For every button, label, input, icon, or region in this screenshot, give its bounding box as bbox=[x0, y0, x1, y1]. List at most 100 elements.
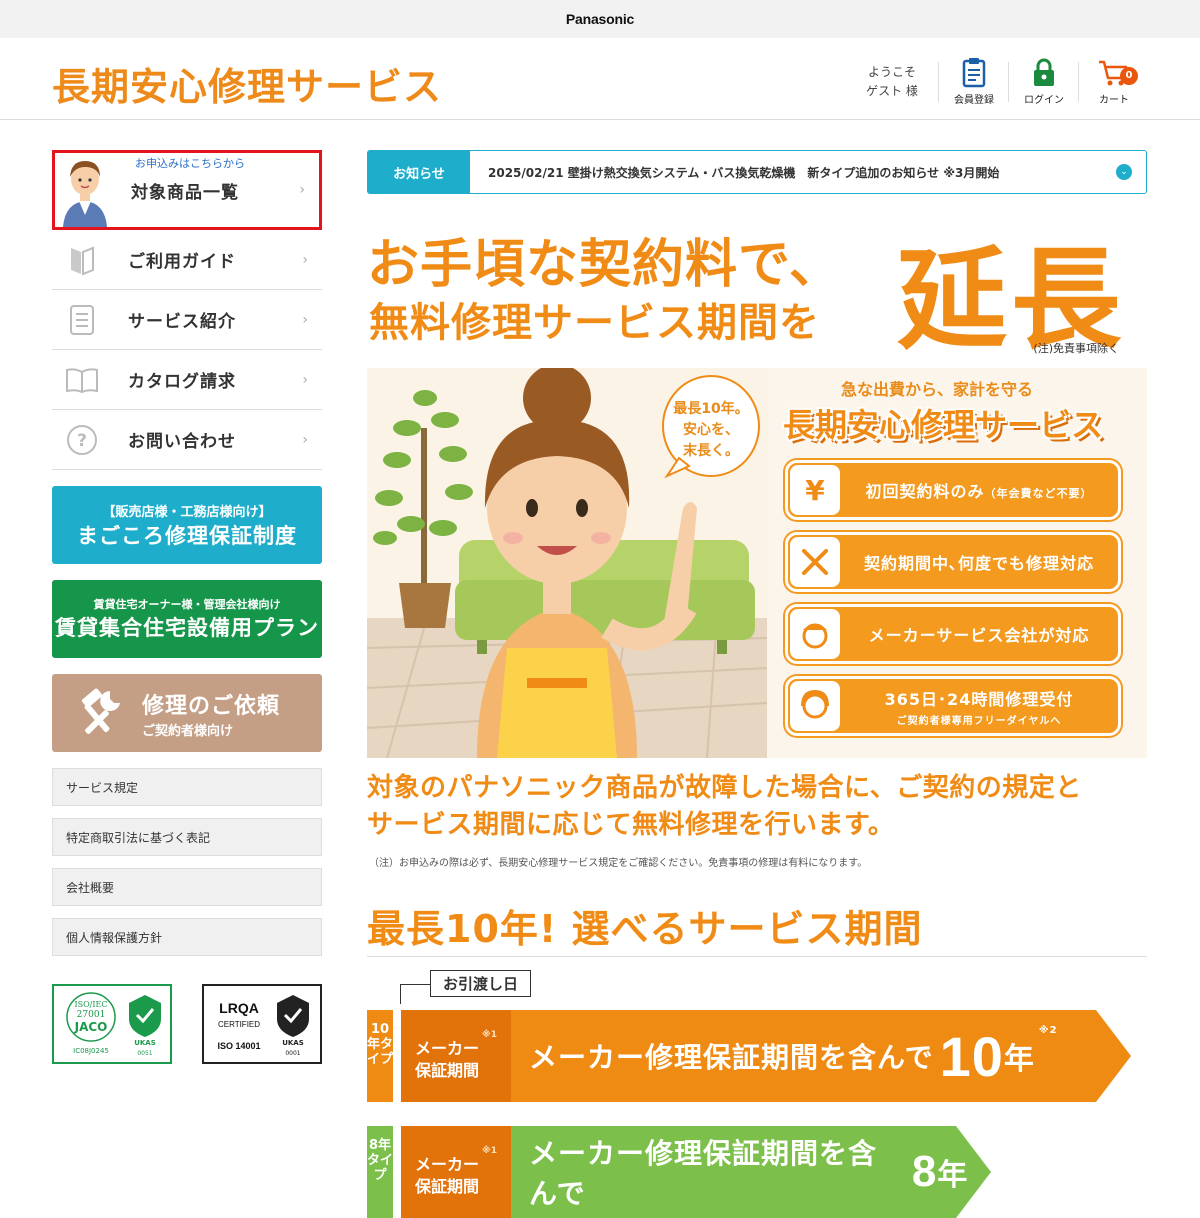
dealer-banner-title: まごころ修理保証制度 bbox=[77, 523, 297, 548]
description-note: （注）お申込みの際は必ず、長期安心修理サービス規定をご確認ください。免責事項の修… bbox=[369, 858, 868, 869]
sidebar-item-label: サービス紹介 bbox=[128, 312, 236, 332]
chevron-down-icon[interactable]: ⌄ bbox=[1116, 164, 1132, 180]
feature-sub: （年会費など不要） bbox=[984, 487, 1093, 500]
login-label: ログイン bbox=[1024, 95, 1064, 106]
cert2-line1: LRQA bbox=[219, 1000, 259, 1016]
feature-unlimited-repair: 契約期間中､何度でも修理対応 bbox=[785, 532, 1121, 592]
apply-note: お申込みはこちらから bbox=[135, 157, 245, 170]
sidebar-item-contact[interactable]: ? お問い合わせ › bbox=[52, 410, 322, 470]
lock-icon bbox=[1034, 58, 1054, 86]
cert1-code: IC08J0245 bbox=[73, 1047, 109, 1055]
link-commercial-law[interactable]: 特定商取引法に基づく表記 bbox=[52, 818, 322, 856]
cert1-ukas: UKAS bbox=[134, 1039, 156, 1047]
hero-headline: お手頃な契約料で、 bbox=[367, 235, 842, 295]
rental-banner-sub: 賃貸住宅オーナー様・管理会社様向け bbox=[93, 598, 281, 611]
rental-banner[interactable]: 賃貸住宅オーナー様・管理会社様向け 賃貸集合住宅設備用プラン bbox=[52, 580, 322, 658]
feature-label: 365日･24時間修理受付 bbox=[884, 689, 1074, 709]
feature-label: 初回契約料のみ bbox=[865, 482, 985, 501]
notice-bar[interactable]: お知らせ 2025/02/21 壁掛け熱交換気システム・バス換気乾燥機 新タイプ… bbox=[367, 150, 1147, 194]
notice-tag: お知らせ bbox=[368, 151, 470, 193]
feature-text: 365日･24時間修理受付 ご契約者様専用フリーダイヤルへ bbox=[840, 686, 1118, 727]
link-company-profile[interactable]: 会社概要 bbox=[52, 868, 322, 906]
welcome-line2: ゲスト 様 bbox=[866, 84, 918, 98]
welcome-line1: ようこそ bbox=[867, 65, 916, 79]
plan-note: ※2 bbox=[972, 1140, 991, 1152]
cert1-line1: ISO/IEC bbox=[74, 1000, 107, 1009]
feature-24h-support: 365日･24時間修理受付 ご契約者様専用フリーダイヤルへ bbox=[785, 676, 1121, 736]
link-privacy-policy[interactable]: 個人情報保護方針 bbox=[52, 918, 322, 956]
repair-banner-sub: ご契約者様向け bbox=[142, 723, 234, 739]
staff-avatar bbox=[55, 153, 115, 227]
sidebar-item-label: お問い合わせ bbox=[128, 432, 236, 452]
plan-row-8-year[interactable]: 8年タイプ メーカー 保証期間 ※1 メーカー修理保証期間を含んで 8 年 ※2 bbox=[367, 1126, 991, 1218]
question-icon: ? bbox=[52, 424, 112, 456]
hero-disclaimer: (注)免責事項除く bbox=[1033, 342, 1119, 355]
technician-icon bbox=[790, 609, 840, 659]
login-button[interactable]: ログイン bbox=[1014, 58, 1074, 106]
plan-type-label: 10年タイプ bbox=[367, 1010, 393, 1102]
panasonic-logo[interactable]: Panasonic bbox=[566, 11, 634, 27]
cert2-ukas: UKAS bbox=[282, 1039, 304, 1047]
open-book-icon bbox=[52, 366, 112, 394]
maker-label-line2: 保証期間 bbox=[415, 1061, 480, 1080]
service-description: 対象のパナソニック商品が故障した場合に、ご契約の規定と サービス期間に応じて無料… bbox=[367, 770, 1082, 844]
plan-years: 10 bbox=[939, 1024, 1004, 1088]
guide-book-icon bbox=[52, 244, 112, 276]
notice-text[interactable]: 2025/02/21 壁掛け熱交換気システム・バス換気乾燥機 新タイプ追加のお知… bbox=[470, 164, 999, 181]
cert2-line3: ISO 14001 bbox=[217, 1041, 260, 1051]
tools-icon bbox=[790, 537, 840, 587]
link-service-terms[interactable]: サービス規定 bbox=[52, 768, 322, 806]
sidebar-item-catalog[interactable]: カタログ請求 › bbox=[52, 350, 322, 410]
feature-label: メーカーサービス会社が対応 bbox=[868, 626, 1090, 645]
feature-label: 契約期間中､何度でも修理対応 bbox=[863, 554, 1094, 573]
feature-initial-fee: ¥ 初回契約料のみ（年会費など不要） bbox=[785, 460, 1121, 520]
maker-warranty-block: メーカー 保証期間 ※1 bbox=[401, 1126, 511, 1218]
iso14001-certification-logo: LRQA CERTIFIED ISO 14001 UKAS 0001 bbox=[202, 984, 322, 1064]
main-content: お知らせ 2025/02/21 壁掛け熱交換気システム・バス換気乾燥機 新タイプ… bbox=[367, 150, 1147, 1218]
cert1-line2: 27001 bbox=[77, 1010, 106, 1020]
sidebar: お申込みはこちらから 対象商品一覧 › ご利用ガイド › サービス紹介 › カタ… bbox=[52, 150, 322, 1064]
header-divider bbox=[1078, 62, 1079, 102]
plan-row-10-year[interactable]: 10年タイプ メーカー 保証期間 ※1 メーカー修理保証期間を含んで 10 年 … bbox=[367, 1010, 1131, 1102]
brand-bar: Panasonic bbox=[0, 0, 1200, 38]
feature-maker-service: メーカーサービス会社が対応 bbox=[785, 604, 1121, 664]
repair-request-banner[interactable]: 修理のご依頼 ご契約者様向け bbox=[52, 674, 322, 752]
cert1-logo: JACO bbox=[74, 1020, 108, 1034]
welcome-text: ようこそ ゲスト 様 bbox=[862, 63, 922, 101]
speech-line1: 最長10年。 bbox=[673, 400, 748, 417]
document-icon bbox=[52, 304, 112, 336]
hammer-wrench-icon bbox=[81, 688, 120, 734]
svg-text:?: ? bbox=[77, 431, 87, 451]
chevron-right-icon: › bbox=[302, 371, 308, 388]
sidebar-item-guide[interactable]: ご利用ガイド › bbox=[52, 230, 322, 290]
dealer-banner[interactable]: 【販売店様・工務店様向け】 まごころ修理保証制度 bbox=[52, 486, 322, 564]
plan-years: 8 bbox=[911, 1147, 938, 1196]
timeline-marker bbox=[400, 984, 430, 985]
operator-icon bbox=[790, 681, 840, 731]
plan-text: メーカー修理保証期間を含んで 8 年 ※2 bbox=[511, 1126, 991, 1218]
plan-text: メーカー修理保証期間を含んで 10 年 ※2 bbox=[511, 1010, 1058, 1102]
header-divider bbox=[938, 62, 939, 102]
feature-sub: ご契約者様専用フリーダイヤルへ bbox=[896, 715, 1062, 727]
description-line2: サービス期間に応じて無料修理を行います。 bbox=[367, 810, 895, 840]
sidebar-item-label: ご利用ガイド bbox=[128, 252, 236, 272]
section-title-period: 最長10年! 選べるサービス期間 bbox=[367, 907, 923, 951]
site-title[interactable]: 長期安心修理サービス bbox=[52, 56, 442, 111]
site-header: 長期安心修理サービス ようこそ ゲスト 様 会員登録 ログイン カート 0 bbox=[0, 38, 1200, 120]
cart-button[interactable]: カート 0 bbox=[1084, 58, 1144, 106]
speech-line2: 安心を、 bbox=[683, 421, 739, 438]
chevron-right-icon: › bbox=[302, 311, 308, 328]
sidebar-item-service[interactable]: サービス紹介 › bbox=[52, 290, 322, 350]
plan-years-unit: 年 bbox=[937, 1158, 969, 1193]
sidebar-item-products[interactable]: お申込みはこちらから 対象商品一覧 › bbox=[52, 150, 322, 230]
sidebar-item-label: 対象商品一覧 bbox=[131, 182, 239, 203]
register-button[interactable]: 会員登録 bbox=[944, 58, 1004, 106]
repair-banner-title: 修理のご依頼 bbox=[142, 693, 281, 719]
plan-description: メーカー修理保証期間を含んで bbox=[529, 1137, 878, 1210]
section-divider bbox=[367, 956, 1147, 957]
description-line1: 対象のパナソニック商品が故障した場合に、ご契約の規定と bbox=[367, 773, 1082, 803]
maker-note: ※1 bbox=[481, 1030, 497, 1040]
chevron-right-icon: › bbox=[299, 182, 305, 198]
cert2-line2: CERTIFIED bbox=[218, 1020, 260, 1029]
header-divider bbox=[1008, 62, 1009, 102]
